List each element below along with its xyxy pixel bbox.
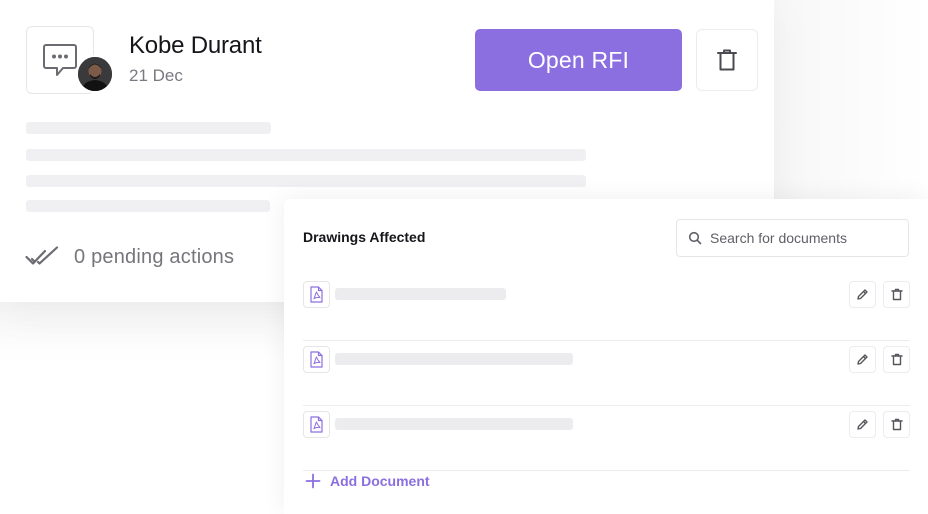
pending-actions-text: 0 pending actions [74,245,235,268]
search-placeholder: Search for documents [710,230,847,246]
delete-document-button[interactable] [883,411,910,438]
document-name-placeholder [335,418,573,430]
search-icon [688,231,702,245]
card-shadow [0,302,284,362]
drawings-panel: Drawings Affected Search for documents A… [284,199,928,514]
skeleton-line [26,175,586,187]
pdf-icon [303,411,330,438]
panel-title: Drawings Affected [303,229,426,245]
trash-icon [717,49,737,71]
document-row [303,341,910,406]
edit-document-button[interactable] [849,346,876,373]
double-check-icon [25,246,59,265]
add-document-button[interactable]: Add Document [305,473,430,489]
chat-bubble-icon [43,44,77,76]
skeleton-line [26,122,271,134]
open-rfi-button[interactable]: Open RFI [475,29,682,91]
plus-icon [305,473,321,489]
page: Kobe Durant 21 Dec Open RFI 0 pending ac… [0,0,928,514]
pdf-icon [303,346,330,373]
delete-document-button[interactable] [883,281,910,308]
skeleton-line [26,200,270,212]
pencil-icon [857,354,868,365]
delete-document-button[interactable] [883,346,910,373]
document-name-placeholder [335,288,506,300]
skeleton-line [26,149,586,161]
edit-document-button[interactable] [849,281,876,308]
edit-document-button[interactable] [849,411,876,438]
trash-icon [890,353,903,366]
trash-icon [890,418,903,431]
search-input[interactable]: Search for documents [676,219,909,257]
pencil-icon [857,419,868,430]
document-row [303,406,910,471]
pending-actions: 0 pending actions [25,242,234,272]
author-name: Kobe Durant [129,32,262,59]
document-name-placeholder [335,353,573,365]
trash-icon [890,288,903,301]
add-document-label: Add Document [330,473,430,489]
rfi-date: 21 Dec [129,66,183,85]
document-row [303,276,910,341]
pdf-icon [303,281,330,308]
delete-rfi-button[interactable] [696,29,758,91]
pencil-icon [857,289,868,300]
avatar [76,55,114,93]
